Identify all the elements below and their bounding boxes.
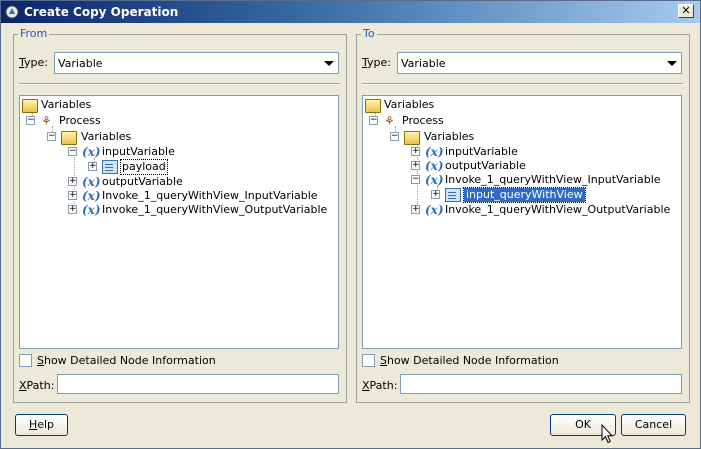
- chevron-down-icon[interactable]: [324, 61, 334, 66]
- to-legend: To: [361, 27, 377, 41]
- tree-node-input-queryWithView[interactable]: + input_queryWithView: [431, 187, 586, 203]
- expand-icon[interactable]: +: [68, 191, 77, 200]
- from-type-select[interactable]: Variable: [54, 52, 339, 74]
- to-type-value: Variable: [401, 57, 446, 70]
- to-show-detailed-label: Show Detailed Node Information: [380, 354, 559, 367]
- from-show-detailed-label: Show Detailed Node Information: [37, 354, 216, 367]
- collapse-icon[interactable]: −: [411, 175, 420, 184]
- tree-node-variables-root[interactable]: Variables: [22, 98, 142, 113]
- expand-icon[interactable]: +: [68, 205, 77, 214]
- variable-icon: (x): [425, 159, 444, 173]
- cancel-button[interactable]: Cancel: [621, 414, 686, 436]
- close-icon: ✕: [681, 4, 691, 17]
- close-button[interactable]: ✕: [678, 4, 694, 18]
- tree-node-process[interactable]: − ⚘ Process: [369, 114, 489, 128]
- to-type-label: Type:: [362, 56, 391, 69]
- expand-icon[interactable]: +: [411, 161, 420, 170]
- variable-icon: (x): [82, 145, 101, 159]
- tree-node-outputVariable[interactable]: + (x) outputVariable: [68, 175, 208, 189]
- expand-icon[interactable]: +: [411, 147, 420, 156]
- tree-node-inputVariable[interactable]: + (x) inputVariable: [411, 145, 551, 159]
- to-type-select[interactable]: Variable: [397, 52, 682, 74]
- variable-icon: (x): [82, 175, 101, 189]
- from-panel: From Type: Variable Variables − ⚘ Proces…: [13, 27, 347, 403]
- expand-icon[interactable]: +: [88, 162, 97, 171]
- from-xpath-input[interactable]: [57, 374, 339, 394]
- collapse-icon[interactable]: −: [26, 116, 35, 125]
- from-type-label: Type:: [19, 56, 48, 69]
- tree-node-invoke-input[interactable]: + (x) Invoke_1_queryWithView_InputVariab…: [68, 189, 328, 203]
- to-show-detailed-checkbox[interactable]: [362, 354, 375, 367]
- to-tree[interactable]: Variables − ⚘ Process − Variables + (x) …: [362, 95, 682, 349]
- variable-icon: (x): [82, 189, 101, 203]
- tree-node-variables[interactable]: − Variables: [390, 130, 510, 145]
- expand-icon[interactable]: +: [68, 177, 77, 186]
- create-copy-operation-dialog: Create Copy Operation ✕ From Type: Varia…: [0, 0, 701, 449]
- process-icon: ⚘: [41, 114, 52, 128]
- collapse-icon[interactable]: −: [390, 132, 399, 141]
- to-xpath-label: XPath:: [362, 379, 398, 392]
- folder-icon: [365, 99, 381, 113]
- tree-node-process[interactable]: − ⚘ Process: [26, 114, 146, 128]
- variable-icon: (x): [425, 145, 444, 159]
- tree-node-variables[interactable]: − Variables: [47, 130, 167, 145]
- collapse-icon[interactable]: −: [47, 132, 56, 141]
- to-separator: [362, 83, 683, 85]
- variable-icon: (x): [425, 173, 444, 187]
- to-xpath-input[interactable]: [400, 374, 682, 394]
- element-icon: [445, 188, 461, 202]
- from-show-detailed-checkbox[interactable]: [19, 354, 32, 367]
- from-xpath-label: XPath:: [19, 379, 55, 392]
- folder-icon: [404, 131, 420, 145]
- tree-node-invoke-input[interactable]: − (x) Invoke_1_queryWithView_InputVariab…: [411, 173, 671, 187]
- tree-node-invoke-output[interactable]: + (x) Invoke_1_queryWithView_OutputVaria…: [411, 203, 676, 217]
- collapse-icon[interactable]: −: [369, 116, 378, 125]
- expand-icon[interactable]: +: [411, 205, 420, 214]
- from-separator: [19, 83, 340, 85]
- from-tree[interactable]: Variables − ⚘ Process − Variables − (x) …: [19, 95, 339, 349]
- tree-node-outputVariable[interactable]: + (x) outputVariable: [411, 159, 551, 173]
- tree-node-payload[interactable]: + payload: [88, 159, 208, 175]
- tree-node-inputVariable[interactable]: − (x) inputVariable: [68, 145, 208, 159]
- to-panel: To Type: Variable Variables − ⚘ Process …: [356, 27, 690, 403]
- variable-icon: (x): [425, 203, 444, 217]
- variable-icon: (x): [82, 203, 101, 217]
- from-legend: From: [18, 27, 50, 41]
- app-icon: [5, 5, 19, 19]
- from-type-value: Variable: [58, 57, 103, 70]
- element-icon: [102, 160, 118, 174]
- process-icon: ⚘: [384, 114, 395, 128]
- chevron-down-icon[interactable]: [667, 61, 677, 66]
- title-bar[interactable]: Create Copy Operation ✕: [1, 1, 700, 23]
- folder-icon: [22, 99, 38, 113]
- tree-node-invoke-output[interactable]: + (x) Invoke_1_queryWithView_OutputVaria…: [68, 203, 333, 217]
- collapse-icon[interactable]: −: [68, 147, 77, 156]
- mouse-cursor-icon: [601, 424, 613, 444]
- help-button[interactable]: Help: [15, 414, 68, 436]
- tree-node-variables-root[interactable]: Variables: [365, 98, 485, 113]
- window-title: Create Copy Operation: [24, 5, 179, 19]
- expand-icon[interactable]: +: [431, 190, 440, 199]
- folder-icon: [61, 131, 77, 145]
